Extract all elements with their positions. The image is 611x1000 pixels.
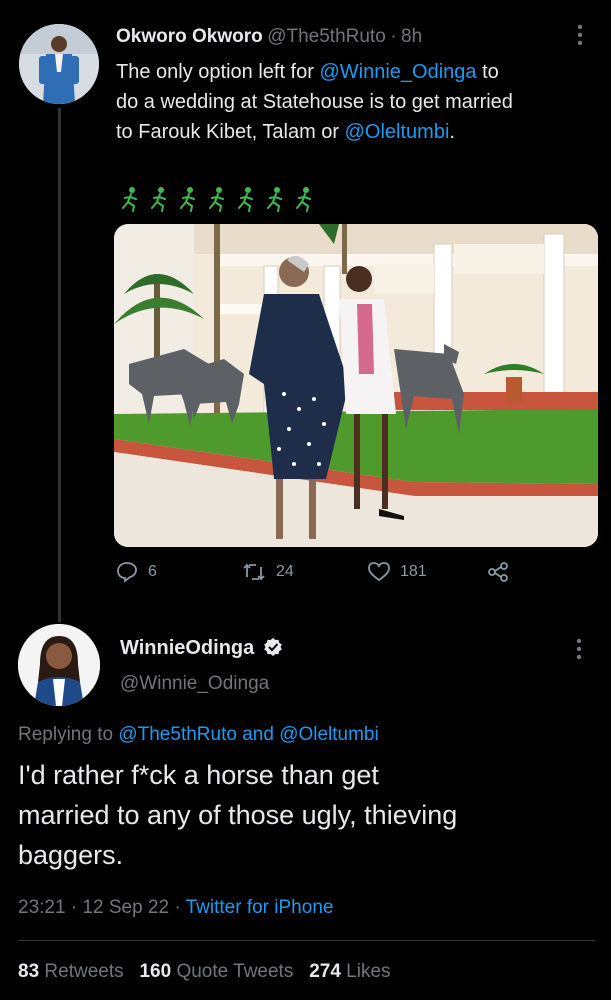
- tweet2-timestamp[interactable]: 23:21 · 12 Sep 22 ·: [18, 897, 186, 918]
- retweets-label: Retweets: [44, 961, 124, 982]
- tweet1-text-part: .: [449, 121, 455, 143]
- tweet1-header: Okworo Okworo @The5thRuto · 8h: [116, 26, 422, 48]
- tweet1-text-part: to Farouk Kibet, Talam or: [116, 121, 345, 143]
- tweet1-display-name[interactable]: Okworo Okworo: [116, 26, 263, 47]
- tweet2-text-line: I'd rather f*ck a horse than get: [18, 760, 379, 790]
- quote-tweets-label: Quote Tweets: [176, 961, 294, 982]
- likes-count: 274: [309, 961, 341, 982]
- tweet2-timestamp-row: 23:21 · 12 Sep 22 · Twitter for iPhone: [18, 897, 333, 919]
- tweet1-text-part: The only option left for: [116, 61, 320, 83]
- tweet2-source-link[interactable]: Twitter for iPhone: [186, 897, 334, 918]
- mention-winnie-odinga-link[interactable]: @Winnie_Odinga: [319, 61, 476, 83]
- tweet1-separator: ·: [390, 26, 397, 47]
- mention-oleltumbi-link[interactable]: @Oleltumbi: [345, 121, 450, 143]
- replying-to-line: Replying to @The5thRuto and @Oleltumbi: [18, 724, 379, 746]
- tweet2-name-row: WinnieOdinga: [120, 637, 283, 660]
- share-button[interactable]: [487, 561, 509, 588]
- tweet2-text-line: married to any of those ugly, thieving: [18, 800, 458, 830]
- tweet1-time[interactable]: 8h: [401, 26, 422, 47]
- share-icon: [488, 562, 508, 582]
- tweet1-text: The only option left for @Winnie_Odinga …: [116, 57, 596, 147]
- tweet2-more-icon[interactable]: [576, 638, 586, 664]
- tweet1-text-line: do a wedding at Statehouse is to get mar…: [116, 91, 513, 113]
- tweet2-avatar[interactable]: [18, 624, 100, 706]
- tweet1-attached-photo[interactable]: [114, 224, 598, 547]
- thread-connector-line: [58, 108, 61, 622]
- person-in-blue-suit-image: [19, 24, 99, 104]
- quote-tweets-count: 160: [139, 961, 172, 982]
- tweet2-text: I'd rather f*ck a horse than get married…: [18, 755, 603, 875]
- retweets-count: 83: [18, 961, 40, 982]
- verified-badge-icon: [263, 638, 282, 656]
- stats-top-divider: [18, 940, 596, 941]
- tweet2-text-line: baggers.: [18, 840, 124, 870]
- tweet2-display-name[interactable]: WinnieOdinga: [120, 637, 254, 659]
- running-emoji-row: [116, 186, 326, 217]
- replying-to-label: Replying to: [18, 724, 119, 745]
- heart-icon: [368, 562, 390, 582]
- tweet1-avatar[interactable]: [19, 24, 99, 104]
- reply-count: 6: [148, 563, 157, 580]
- tweet2-stats-row: 83 Retweets 160 Quote Tweets 274 Likes: [18, 961, 391, 983]
- likes-label: Likes: [346, 961, 391, 982]
- retweets-stat[interactable]: 83 Retweets: [18, 961, 124, 982]
- retweet-icon: [243, 563, 265, 581]
- tweet1-text-part: to: [476, 61, 499, 83]
- quote-tweets-stat[interactable]: 160 Quote Tweets: [139, 961, 293, 982]
- retweet-count: 24: [276, 563, 294, 580]
- likes-stat[interactable]: 274 Likes: [309, 961, 390, 982]
- running-person-icons: [122, 187, 311, 212]
- retweet-button[interactable]: 24: [242, 561, 294, 583]
- tweet2-handle[interactable]: @Winnie_Odinga: [120, 673, 269, 695]
- reply-icon: [117, 562, 137, 583]
- woman-in-blue-blazer-image: [18, 624, 100, 706]
- reply-button[interactable]: 6: [116, 561, 157, 583]
- reply-mention-the5thruto-link[interactable]: @The5thRuto: [118, 724, 237, 745]
- tweet1-handle[interactable]: @The5thRuto: [267, 26, 386, 47]
- like-count: 181: [400, 563, 427, 580]
- like-button[interactable]: 181: [368, 561, 427, 583]
- reply-and-text: and: [236, 724, 280, 745]
- reply-mention-oleltumbi-link[interactable]: @Oleltumbi: [279, 724, 379, 745]
- statehouse-photo-image: [114, 224, 598, 547]
- tweet1-more-icon[interactable]: [572, 24, 588, 52]
